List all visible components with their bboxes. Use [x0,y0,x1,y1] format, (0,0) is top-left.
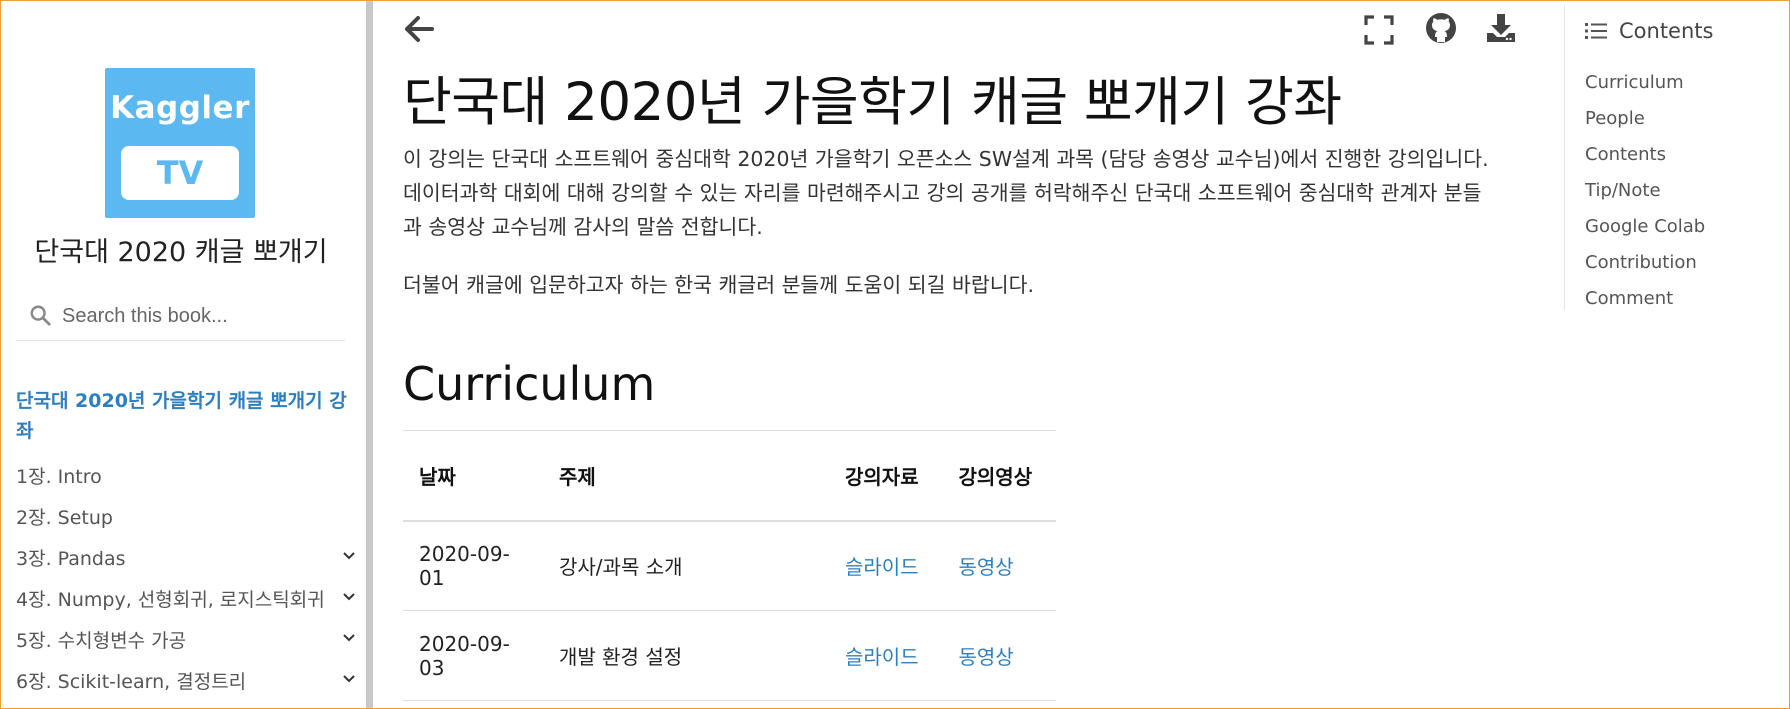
slides-link[interactable]: 슬라이드 [829,520,943,611]
table-row: 2020-09-03 개발 환경 설정 슬라이드 동영상 [403,610,1056,701]
section-heading-curriculum: Curriculum [403,357,656,411]
book-title: 단국대 2020 캐글 뽀개기 [34,237,328,268]
fullscreen-icon[interactable] [1363,14,1395,46]
video-link[interactable]: 동영상 [942,520,1056,611]
sidebar-item-ch6[interactable]: 6장. Scikit-learn, 결정트리 [16,662,356,703]
main-content: 단국대 2020년 가을학기 캐글 뽀개기 강좌 이 강의는 단국대 소프트웨어… [373,2,1563,708]
toc-title: Contents [1619,19,1714,43]
video-link[interactable]: 동영상 [942,610,1056,701]
chevron-down-icon[interactable] [342,549,356,563]
search-icon [30,305,51,326]
toc-item-people[interactable]: People [1585,101,1705,137]
column-header-topic: 주제 [543,430,829,522]
chevron-down-icon[interactable] [342,672,356,686]
toc-header: Contents [1585,19,1713,43]
sidebar-item-label: 3장. Pandas [16,548,126,570]
column-header-date: 날짜 [403,430,543,522]
toc-item-comment[interactable]: Comment [1585,281,1705,317]
sidebar-item-ch5[interactable]: 5장. 수치형변수 가공 [16,621,356,662]
chevron-down-icon[interactable] [342,590,356,604]
welcome-paragraph: 더불어 캐글에 입문하고자 하는 한국 캐글러 분들께 도움이 되길 바랍니다. [403,273,1034,297]
table-row: 2020-09-01 강사/과목 소개 슬라이드 동영상 [403,520,1056,611]
table-of-contents: Contents Curriculum People Contents Tip/… [1564,5,1789,310]
sidebar-item-label: 6장. Scikit-learn, 결정트리 [16,671,247,693]
logo-tv-badge: TV [121,146,239,200]
sidebar-item-label: 5장. 수치형변수 가공 [16,630,187,652]
sidebar: Kaggler TV 단국대 2020 캐글 뽀개기 단국대 2020년 가을학… [2,2,366,708]
kaggler-tv-logo[interactable]: Kaggler TV [105,68,255,218]
cell-topic: 개발 환경 설정 [543,610,829,701]
list-icon [1585,23,1607,39]
intro-paragraph: 이 강의는 단국대 소프트웨어 중심대학 2020년 가을학기 오픈소스 SW설… [403,147,1489,239]
sidebar-item-label: 2장. Setup [16,507,113,529]
sidebar-item-label: 단국대 2020년 가을학기 캐글 뽀개기 강좌 [16,390,347,442]
sidebar-item-course-home[interactable]: 단국대 2020년 가을학기 캐글 뽀개기 강좌 [16,386,356,457]
toc-item-google-colab[interactable]: Google Colab [1585,209,1705,245]
toc-item-curriculum[interactable]: Curriculum [1585,65,1705,101]
sidebar-nav: 단국대 2020년 가을학기 캐글 뽀개기 강좌 1장. Intro 2장. S… [16,386,356,703]
curriculum-table: 날짜 주제 강의자료 강의영상 2020-09-01 강사/과목 소개 슬라이드… [403,430,1056,701]
cell-date: 2020-09-03 [403,610,543,701]
slides-link[interactable]: 슬라이드 [829,610,943,701]
toc-item-tip-note[interactable]: Tip/Note [1585,173,1705,209]
column-header-slides: 강의자료 [829,430,943,522]
sidebar-item-ch1[interactable]: 1장. Intro [16,457,356,498]
sidebar-item-label: 4장. Numpy, 선형회귀, 로지스틱회귀 [16,589,325,611]
sidebar-item-ch2[interactable]: 2장. Setup [16,498,356,539]
back-arrow-icon[interactable] [403,14,435,44]
window-frame: Kaggler TV 단국대 2020 캐글 뽀개기 단국대 2020년 가을학… [0,0,1790,709]
toc-item-contribution[interactable]: Contribution [1585,245,1705,281]
sidebar-divider[interactable] [366,1,373,708]
cell-date: 2020-09-01 [403,520,543,611]
cell-topic: 강사/과목 소개 [543,520,829,611]
toc-list: Curriculum People Contents Tip/Note Goog… [1585,65,1705,317]
sidebar-item-label: 1장. Intro [16,466,102,488]
column-header-video: 강의영상 [942,430,1056,522]
sidebar-item-ch3[interactable]: 3장. Pandas [16,539,356,580]
logo-text: Kaggler [110,90,250,126]
page-title: 단국대 2020년 가을학기 캐글 뽀개기 강좌 [403,72,1342,133]
toc-item-contents[interactable]: Contents [1585,137,1705,173]
search-input[interactable] [62,302,332,330]
table-header-row: 날짜 주제 강의자료 강의영상 [403,430,1056,522]
search-box[interactable] [16,296,345,341]
sidebar-item-ch4[interactable]: 4장. Numpy, 선형회귀, 로지스틱회귀 [16,580,356,621]
download-icon[interactable] [1485,12,1517,44]
chevron-down-icon[interactable] [342,631,356,645]
github-icon[interactable] [1425,12,1457,44]
